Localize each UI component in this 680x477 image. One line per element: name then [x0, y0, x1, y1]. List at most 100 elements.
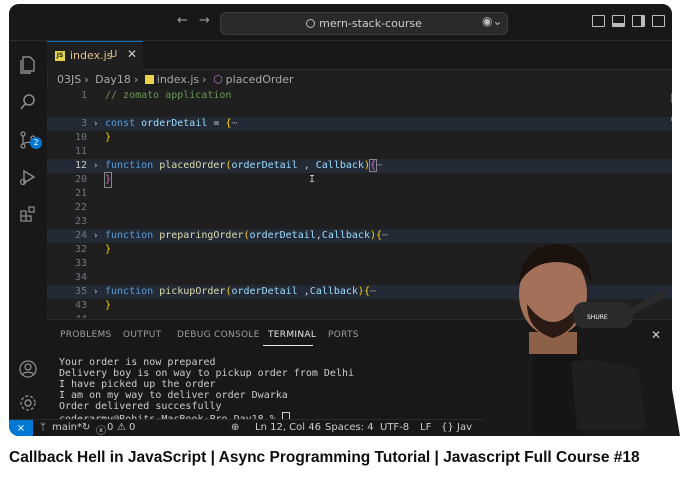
indentation[interactable]: Spaces: 4 — [325, 422, 374, 433]
line-number: 1 — [80, 90, 87, 101]
video-title: Callback Hell in JavaScript | Async Prog… — [9, 449, 640, 466]
code-text: } — [103, 172, 113, 188]
terminal-line: I have picked up the order — [59, 379, 216, 390]
language-mode[interactable]: Jav — [457, 422, 472, 433]
line-number: 34 — [74, 272, 87, 283]
javascript-file-icon: JS — [55, 51, 65, 61]
breadcrumb-symbol[interactable]: placedOrder — [226, 73, 294, 86]
settings-gear-icon[interactable] — [18, 393, 38, 413]
code-text: } — [105, 132, 112, 143]
code-text: const orderDetail = {⋯ — [105, 118, 238, 129]
branch-name[interactable]: main* — [52, 422, 82, 433]
arrow-left-icon[interactable]: ← — [177, 13, 188, 28]
terminal-line: Delivery boy is on way to pickup order f… — [59, 368, 355, 379]
warning-count[interactable]: 0 — [129, 422, 135, 433]
code-text: function preparingOrder(orderDetail,Call… — [105, 230, 389, 241]
tab-problems[interactable]: PROBLEMS — [60, 330, 112, 340]
line-number: 12 — [74, 160, 87, 171]
terminal-output[interactable]: Your order is now prepared Delivery boy i… — [59, 357, 354, 425]
extensions-icon[interactable] — [18, 204, 38, 224]
fold-chevron-icon[interactable]: › — [93, 159, 98, 173]
line-number: 11 — [74, 146, 87, 157]
copilot-icon[interactable]: ◉⌄ — [482, 14, 503, 28]
search-icon — [306, 19, 316, 28]
code-text: // zomato application — [105, 90, 232, 101]
microphone-logo: SHURE — [587, 314, 608, 321]
line-number: 20 — [74, 174, 87, 185]
remote-indicator-icon[interactable]: ⨯ — [9, 420, 33, 436]
line-number: 24 — [74, 230, 87, 241]
breadcrumb-separator: › — [202, 73, 207, 86]
active-tab-indicator — [263, 345, 313, 346]
branch-icon: ᛘ — [40, 422, 46, 433]
line-2-gutter — [47, 103, 672, 117]
close-icon[interactable]: ✕ — [127, 47, 137, 61]
title-bar: ← → mern-stack-course ◉⌄ — [9, 4, 672, 41]
cube-symbol-icon: ⬡ — [213, 73, 223, 86]
tab-ports[interactable]: PORTS — [328, 330, 359, 340]
fold-chevron-icon[interactable]: › — [93, 285, 98, 299]
search-sidebar-icon[interactable] — [18, 92, 38, 112]
breadcrumb-folder-day18[interactable]: Day18 — [95, 73, 131, 86]
tab-index-js[interactable]: JS index.js U ✕ — [47, 41, 143, 70]
arrow-right-icon[interactable]: → — [199, 13, 210, 28]
search-text: mern-stack-course — [319, 17, 422, 30]
encoding[interactable]: UTF-8 — [380, 422, 409, 433]
tab-debug-console[interactable]: DEBUG CONSOLE — [177, 330, 260, 340]
breadcrumb-folder-03js[interactable]: 03JS — [57, 73, 81, 86]
error-count[interactable]: 0 — [107, 422, 113, 433]
source-control-badge: 2 — [30, 137, 42, 149]
customize-layout-icon[interactable] — [652, 15, 665, 27]
code-line: 3 › const orderDetail = {⋯ — [47, 117, 672, 131]
warning-icon: ⚠ — [117, 422, 126, 433]
fold-chevron-icon[interactable]: › — [93, 229, 98, 243]
line-number: 35 — [74, 286, 87, 297]
line-number: 32 — [74, 244, 87, 255]
tab-output[interactable]: OUTPUT — [123, 330, 161, 340]
run-debug-icon[interactable] — [18, 167, 38, 187]
line-number: 43 — [74, 300, 87, 311]
tab-terminal[interactable]: TERMINAL — [268, 330, 316, 340]
javascript-file-icon — [144, 75, 154, 84]
terminal-line: Order delivered succesfully — [59, 401, 222, 412]
editor-tabs: JS index.js U ✕ — [47, 41, 672, 70]
fold-chevron-icon[interactable]: › — [93, 117, 98, 131]
error-icon: ⓧ — [96, 426, 106, 436]
toggle-primary-sidebar-icon[interactable] — [592, 15, 605, 27]
code-line: 11 — [47, 145, 672, 159]
tab-modified-flag: U — [110, 49, 118, 60]
zoom-icon[interactable]: ⊕ — [231, 422, 239, 433]
breadcrumb: 03JS › Day18 › index.js › ⬡ placedOrder — [57, 73, 297, 89]
text-cursor-icon: I — [309, 174, 316, 185]
terminal-line: Your order is now prepared — [59, 357, 216, 368]
breadcrumb-separator: › — [84, 73, 89, 86]
sync-icon[interactable]: ↻ — [82, 422, 90, 433]
braces-icon: {} — [441, 422, 454, 433]
cursor-position[interactable]: Ln 12, Col 46 — [255, 422, 321, 433]
tab-label: index.js — [70, 49, 113, 62]
line-number: 23 — [74, 216, 87, 227]
breadcrumb-separator: › — [133, 73, 139, 86]
explorer-icon[interactable] — [18, 55, 38, 75]
toggle-secondary-sidebar-icon[interactable] — [632, 15, 645, 27]
line-number: 44 — [47, 313, 87, 318]
code-line: 22 — [47, 201, 672, 215]
line-number: 21 — [74, 188, 87, 199]
code-line: 21 — [47, 187, 672, 201]
activity-bar: 2 — [9, 41, 48, 419]
breadcrumb-file[interactable]: index.js — [157, 73, 199, 86]
code-line: 20 } I — [47, 172, 672, 188]
line-ending[interactable]: LF — [420, 422, 431, 433]
toggle-panel-icon[interactable] — [612, 15, 625, 27]
line-number: 10 — [74, 132, 87, 143]
code-text: } — [105, 300, 112, 311]
code-text: function placedOrder(orderDetail , Callb… — [105, 159, 383, 172]
code-text: } — [105, 244, 112, 255]
accounts-icon[interactable] — [18, 359, 38, 379]
terminal-line: I am on my way to deliver order Dwarka — [59, 390, 288, 401]
code-line: 23 — [47, 215, 672, 229]
code-line: 10 } — [47, 131, 672, 145]
line-number: 33 — [74, 258, 87, 269]
command-center-search[interactable]: mern-stack-course — [220, 12, 508, 35]
line-number: 22 — [74, 202, 87, 213]
